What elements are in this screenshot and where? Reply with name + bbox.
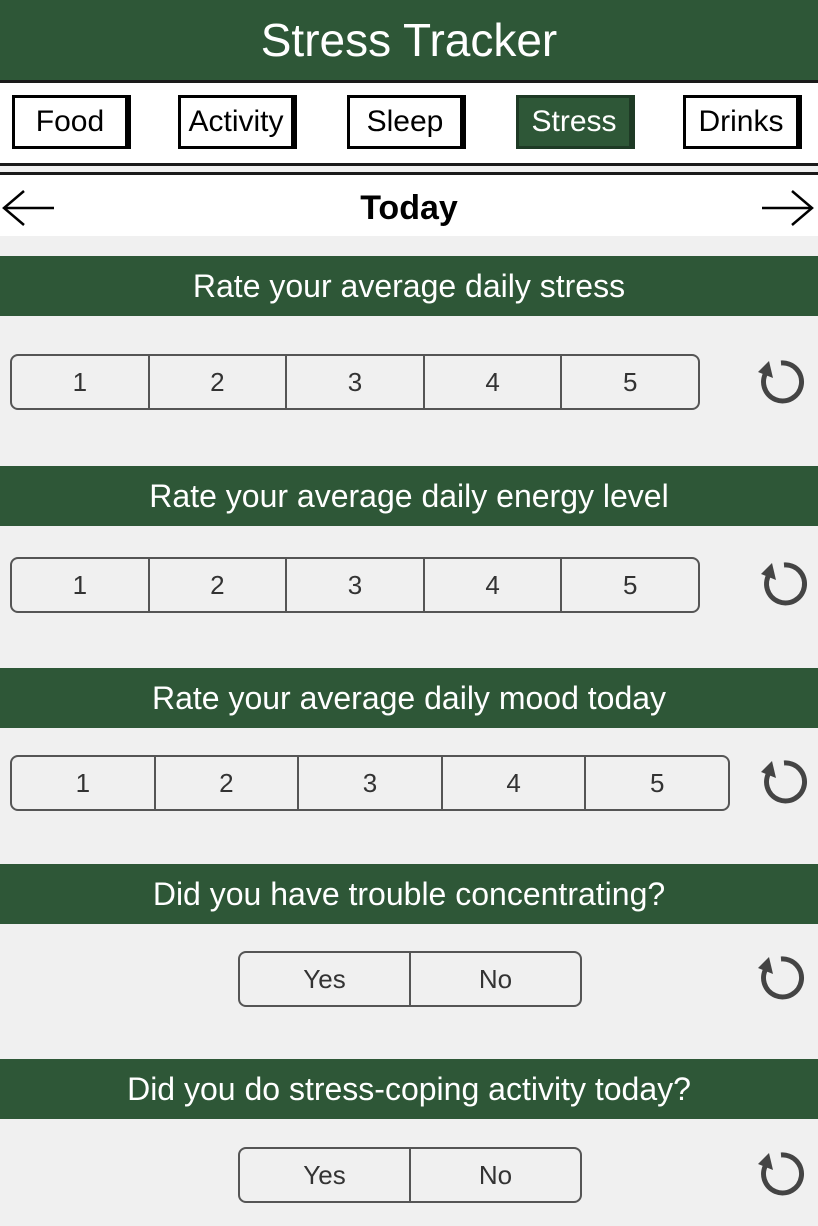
no-option[interactable]: No <box>409 953 580 1005</box>
tab-food[interactable]: Food <box>12 95 131 149</box>
rating-option-2[interactable]: 2 <box>147 356 286 408</box>
question-prompt: Rate your average daily mood today <box>151 679 667 716</box>
question-coping-header: Did you do stress-coping activity today? <box>0 1059 818 1119</box>
current-day-label: Today <box>360 188 458 227</box>
category-tab-bar: Food Activity Sleep Stress Drinks <box>0 83 818 163</box>
rating-option-4[interactable]: 4 <box>422 559 561 611</box>
question-prompt: Did you do stress-coping activity today? <box>127 1070 691 1107</box>
yes-option[interactable]: Yes <box>240 1149 409 1201</box>
app-header: Stress Tracker <box>0 0 818 80</box>
rating-option-3[interactable]: 3 <box>297 757 441 809</box>
rating-option-3[interactable]: 3 <box>285 559 423 611</box>
reset-icon[interactable] <box>755 1148 807 1200</box>
no-option[interactable]: No <box>409 1149 580 1201</box>
page-title: Stress Tracker <box>260 14 558 66</box>
tabbar-divider-top <box>0 163 818 166</box>
rating-option-4[interactable]: 4 <box>440 757 585 809</box>
question-concentration-header: Did you have trouble concentrating? <box>0 864 818 924</box>
energy-rating-selector: 1 2 3 4 5 <box>10 557 700 613</box>
tab-drinks[interactable]: Drinks <box>683 95 802 149</box>
coping-yes-no-selector: Yes No <box>238 1147 582 1203</box>
rating-option-5[interactable]: 5 <box>560 559 698 611</box>
arrow-right-icon[interactable] <box>760 189 816 227</box>
rating-option-5[interactable]: 5 <box>560 356 698 408</box>
question-prompt: Rate your average daily stress <box>192 267 626 304</box>
rating-option-1[interactable]: 1 <box>12 757 154 809</box>
mood-rating-selector: 1 2 3 4 5 <box>10 755 730 811</box>
rating-option-5[interactable]: 5 <box>584 757 728 809</box>
question-energy-header: Rate your average daily energy level <box>0 466 818 526</box>
rating-option-2[interactable]: 2 <box>147 559 286 611</box>
day-navigator: Today <box>0 175 818 236</box>
reset-icon[interactable] <box>755 952 807 1004</box>
tab-sleep[interactable]: Sleep <box>347 95 466 149</box>
tab-stress[interactable]: Stress <box>516 95 635 149</box>
stress-rating-selector: 1 2 3 4 5 <box>10 354 700 410</box>
yes-option[interactable]: Yes <box>240 953 409 1005</box>
rating-option-1[interactable]: 1 <box>12 559 148 611</box>
tab-label: Food <box>35 105 105 138</box>
rating-option-1[interactable]: 1 <box>12 356 148 408</box>
reset-icon[interactable] <box>758 558 810 610</box>
rating-option-2[interactable]: 2 <box>153 757 298 809</box>
question-prompt: Did you have trouble concentrating? <box>152 875 666 912</box>
question-prompt: Rate your average daily energy level <box>149 477 669 514</box>
rating-option-3[interactable]: 3 <box>285 356 423 408</box>
tab-label: Activity <box>188 105 284 138</box>
tab-label: Drinks <box>698 105 784 138</box>
concentration-yes-no-selector: Yes No <box>238 951 582 1007</box>
tab-activity[interactable]: Activity <box>178 95 297 149</box>
question-stress-header: Rate your average daily stress <box>0 256 818 316</box>
tab-label: Sleep <box>366 105 444 138</box>
question-mood-header: Rate your average daily mood today <box>0 668 818 728</box>
reset-icon[interactable] <box>758 756 810 808</box>
reset-icon[interactable] <box>755 356 807 408</box>
rating-option-4[interactable]: 4 <box>422 356 561 408</box>
tab-label: Stress <box>531 105 617 138</box>
